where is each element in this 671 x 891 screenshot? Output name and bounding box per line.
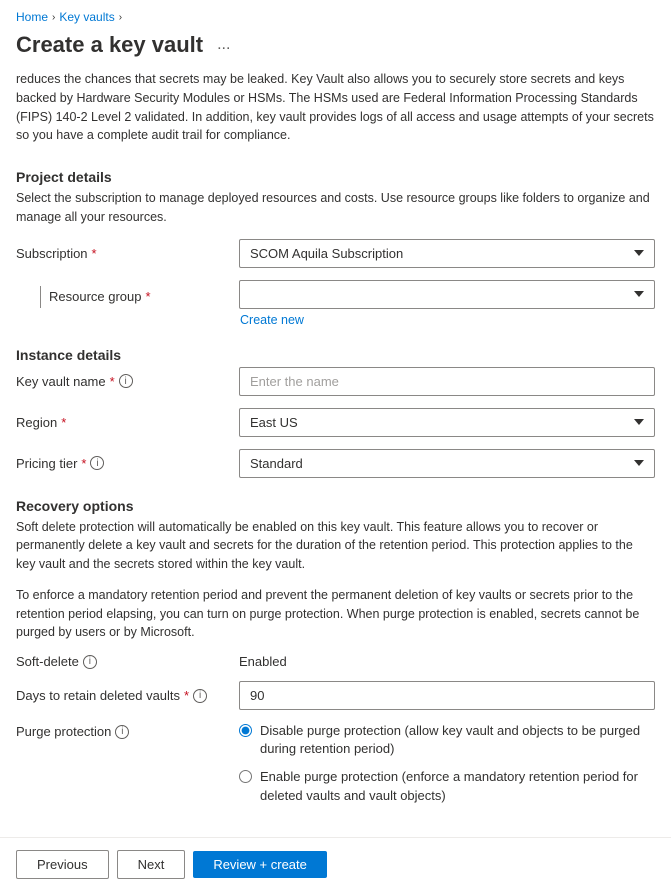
rg-border-line [40, 286, 41, 308]
purge-disable-label: Disable purge protection (allow key vaul… [260, 722, 655, 758]
pricing-tier-dropdown[interactable]: Standard [239, 449, 655, 478]
project-details-title: Project details [16, 169, 655, 185]
region-required: * [61, 415, 66, 430]
breadcrumb: Home › Key vaults › [0, 0, 671, 28]
rg-label-col: Resource group * [16, 280, 231, 308]
create-new-link[interactable]: Create new [240, 313, 655, 327]
days-retain-input[interactable] [239, 681, 655, 710]
recovery-text-1: Soft delete protection will automaticall… [16, 518, 655, 574]
pricing-info-icon[interactable]: i [90, 456, 104, 470]
region-row: Region * East US [16, 408, 655, 437]
key-vault-name-row: Key vault name * i [16, 367, 655, 396]
resource-group-row: Resource group * [16, 280, 655, 309]
previous-button[interactable]: Previous [16, 850, 109, 879]
days-info-icon[interactable]: i [193, 689, 207, 703]
days-required: * [184, 688, 189, 703]
instance-details-section: Instance details Key vault name * i Regi… [16, 347, 655, 478]
days-retain-row: Days to retain deleted vaults * i [16, 681, 655, 710]
pricing-tier-row: Pricing tier * i Standard [16, 449, 655, 478]
resource-group-label: Resource group [49, 289, 142, 304]
region-label: Region * [16, 415, 231, 430]
days-retain-field [239, 681, 655, 710]
purge-info-icon[interactable]: i [115, 725, 129, 739]
days-retain-label: Days to retain deleted vaults * i [16, 688, 231, 703]
resource-group-required: * [146, 289, 151, 304]
subscription-dropdown[interactable]: SCOM Aquila Subscription [239, 239, 655, 268]
subscription-field: SCOM Aquila Subscription [239, 239, 655, 268]
resource-group-field [239, 280, 655, 309]
soft-delete-label: Soft-delete i [16, 654, 231, 669]
instance-details-title: Instance details [16, 347, 655, 363]
purge-radio-group: Disable purge protection (allow key vaul… [239, 722, 655, 805]
soft-delete-row: Soft-delete i Enabled [16, 654, 655, 669]
recovery-title: Recovery options [16, 498, 655, 514]
purge-enable-label: Enable purge protection (enforce a manda… [260, 768, 655, 804]
key-vault-info-icon[interactable]: i [119, 374, 133, 388]
chevron-icon: › [52, 12, 55, 23]
purge-enable-radio[interactable] [239, 770, 252, 783]
breadcrumb-home[interactable]: Home [16, 10, 48, 24]
review-create-button[interactable]: Review + create [193, 851, 327, 878]
breadcrumb-keyvaults[interactable]: Key vaults [59, 10, 114, 24]
subscription-label: Subscription * [16, 246, 231, 261]
key-vault-name-field [239, 367, 655, 396]
page-header: Create a key vault ... [0, 28, 671, 70]
ellipsis-button[interactable]: ... [211, 34, 236, 56]
next-button[interactable]: Next [117, 850, 186, 879]
region-dropdown[interactable]: East US [239, 408, 655, 437]
subscription-required: * [92, 246, 97, 261]
key-vault-required: * [110, 374, 115, 389]
footer-bar: Previous Next Review + create [0, 837, 671, 891]
project-details-section: Project details Select the subscription … [16, 169, 655, 327]
purge-disable-option[interactable]: Disable purge protection (allow key vaul… [239, 722, 655, 758]
purge-protection-row: Purge protection i Disable purge protect… [16, 722, 655, 805]
key-vault-name-label: Key vault name * i [16, 374, 231, 389]
chevron-icon-2: › [119, 12, 122, 23]
pricing-tier-field: Standard [239, 449, 655, 478]
recovery-text-2: To enforce a mandatory retention period … [16, 586, 655, 642]
purge-disable-radio[interactable] [239, 724, 252, 737]
purge-enable-option[interactable]: Enable purge protection (enforce a manda… [239, 768, 655, 804]
project-details-subtitle: Select the subscription to manage deploy… [16, 189, 655, 227]
rg-label-indent: Resource group * [16, 286, 151, 308]
soft-delete-info-icon[interactable]: i [83, 655, 97, 669]
pricing-required: * [81, 456, 86, 471]
key-vault-name-input[interactable] [239, 367, 655, 396]
resource-group-dropdown[interactable] [239, 280, 655, 309]
purge-protection-label: Purge protection i [16, 722, 231, 739]
page-title: Create a key vault [16, 32, 203, 58]
recovery-section: Recovery options Soft delete protection … [16, 498, 655, 805]
pricing-tier-label: Pricing tier * i [16, 456, 231, 471]
region-field: East US [239, 408, 655, 437]
description-text: reduces the chances that secrets may be … [16, 70, 655, 153]
soft-delete-value: Enabled [239, 654, 287, 669]
subscription-row: Subscription * SCOM Aquila Subscription [16, 239, 655, 268]
